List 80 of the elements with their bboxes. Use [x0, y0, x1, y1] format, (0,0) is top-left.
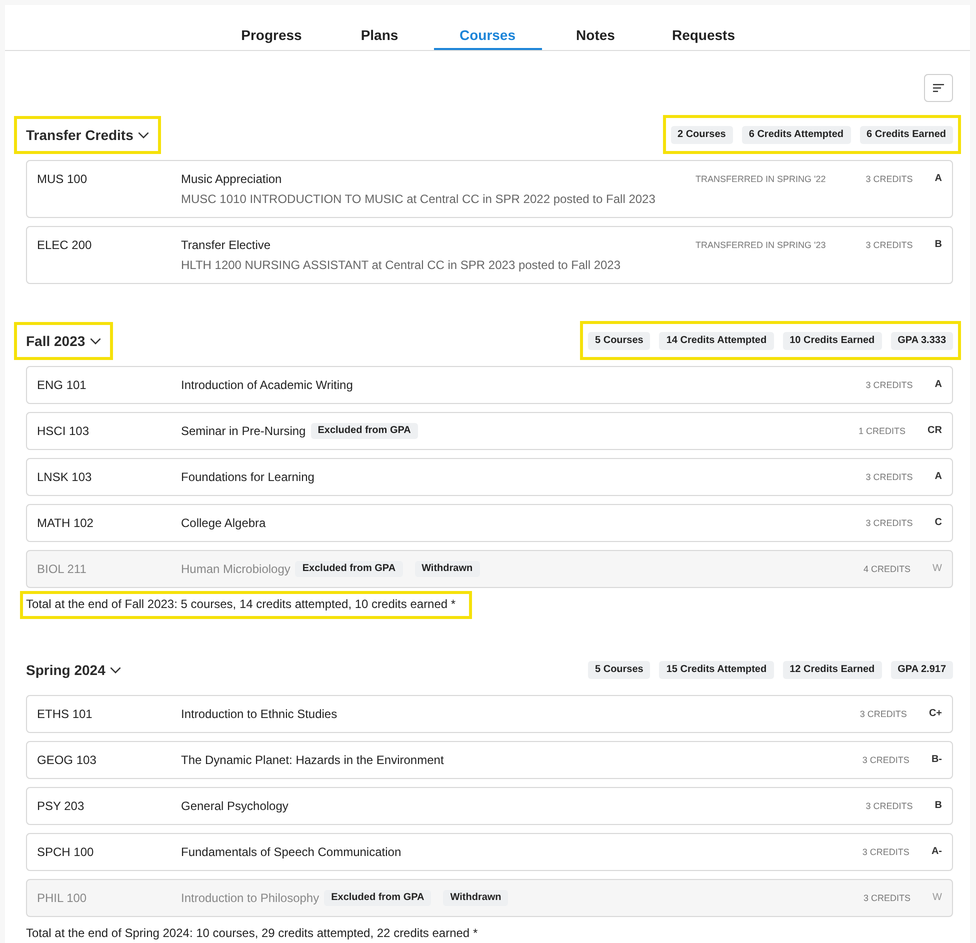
course-code: HSCI 103 — [37, 423, 90, 439]
term-total: Total at the end of Spring 2024: 10 courses, 29 credits attempted, 22 credits earned * — [26, 925, 478, 941]
course-title: The Dynamic Planet: Hazards in the Environment — [181, 752, 444, 768]
course-code: SPCH 100 — [37, 844, 95, 860]
stat-badge: 15 Credits Attempted — [659, 661, 774, 679]
course-title: College Algebra — [181, 515, 266, 531]
credits-label: 3 CREDITS — [864, 892, 911, 905]
course-code: ENG 101 — [37, 377, 88, 393]
credits-label: 3 CREDITS — [866, 173, 913, 186]
credits-label: 1 CREDITS — [858, 425, 906, 438]
section-toggle[interactable]: Fall 2023 — [26, 332, 102, 350]
grade-label: A — [934, 378, 942, 392]
grade-label: W — [932, 562, 942, 576]
tab[interactable]: Notes — [542, 5, 650, 50]
course-code: PHIL 100 — [37, 890, 88, 906]
stat-badge: 6 Credits Earned — [860, 126, 953, 144]
course-code: GEOG 103 — [37, 752, 98, 768]
course-code: ELEC 200 — [37, 237, 93, 253]
course-title: Music Appreciation — [181, 171, 282, 187]
course-code: MUS 100 — [37, 171, 88, 187]
stat-badge: GPA 2.917 — [890, 661, 953, 679]
section-toggle[interactable]: Transfer Credits — [26, 126, 150, 144]
grade-label: B — [934, 238, 942, 252]
course-title: Introduction of Academic Writing — [181, 377, 353, 393]
status-tag: Excluded from GPA — [310, 423, 418, 439]
transfer-note: TRANSFERRED IN SPRING '23 — [696, 239, 826, 252]
status-tag: Withdrawn — [443, 890, 508, 906]
course-code: BIOL 211 — [37, 561, 88, 577]
course-code: LNSK 103 — [37, 469, 93, 485]
transfer-detail: MUSC 1010 INTRODUCTION TO MUSIC at Central CC in SPR 2022 posted to Fall 2023 — [181, 191, 656, 207]
grade-label: B — [934, 799, 942, 813]
transfer-note: TRANSFERRED IN SPRING '22 — [696, 173, 826, 186]
sort-icon — [933, 84, 944, 92]
course-title: Human Microbiology — [181, 561, 290, 577]
course-title: Seminar in Pre-Nursing — [181, 423, 306, 439]
credits-label: 3 CREDITS — [866, 800, 913, 813]
course-title: Introduction to Philosophy — [181, 890, 320, 906]
course-title: General Psychology — [181, 798, 288, 814]
credits-label: 3 CREDITS — [866, 517, 913, 530]
credits-label: 3 CREDITS — [862, 754, 910, 767]
grade-label: C+ — [928, 707, 942, 721]
credits-label: 3 CREDITS — [862, 846, 910, 859]
course-title: Transfer Elective — [181, 237, 271, 253]
stat-badge: GPA 3.333 — [890, 332, 953, 350]
credits-label: 3 CREDITS — [860, 708, 907, 721]
grade-label: W — [932, 891, 942, 905]
sort-button[interactable] — [924, 74, 953, 102]
grade-label: CR — [928, 424, 942, 438]
status-tag: Excluded from GPA — [295, 561, 403, 577]
course-code: PSY 203 — [37, 798, 86, 814]
tab[interactable]: Plans — [326, 5, 434, 50]
course-title: Foundations for Learning — [181, 469, 314, 485]
course-title: Fundamentals of Speech Communication — [181, 844, 402, 860]
transfer-detail: HLTH 1200 NURSING ASSISTANT at Central CC in SPR 2023 posted to Fall 2023 — [181, 257, 622, 273]
stat-badge: 12 Credits Earned — [782, 661, 882, 679]
term-total: Total at the end of Fall 2023: 5 courses, 14 credits attempted, 10 credits earned * — [26, 596, 456, 612]
stat-badge: 5 Courses — [588, 661, 650, 679]
status-tag: Excluded from GPA — [324, 890, 432, 906]
credits-label: 3 CREDITS — [866, 471, 913, 484]
stat-badge: 6 Credits Attempted — [742, 126, 851, 144]
grade-label: A — [934, 172, 942, 186]
grade-label: A — [934, 470, 942, 484]
stat-badge: 10 Credits Earned — [782, 332, 882, 350]
grade-label: A- — [931, 845, 942, 859]
status-tag: Withdrawn — [414, 561, 480, 577]
course-code: ETHS 101 — [37, 706, 94, 722]
tab[interactable]: Progress — [218, 5, 326, 50]
course-code: MATH 102 — [37, 515, 94, 531]
grade-label: C — [934, 516, 942, 530]
stat-badge: 2 Courses — [670, 126, 733, 144]
credits-label: 4 CREDITS — [864, 563, 911, 576]
credits-label: 3 CREDITS — [866, 239, 913, 252]
tab[interactable]: Courses — [434, 5, 542, 50]
course-title: Introduction to Ethnic Studies — [181, 706, 338, 722]
section-toggle[interactable]: Spring 2024 — [26, 661, 122, 679]
credits-label: 3 CREDITS — [866, 379, 913, 392]
stat-badge: 5 Courses — [588, 332, 650, 350]
grade-label: B- — [931, 753, 942, 767]
stat-badge: 14 Credits Attempted — [659, 332, 774, 350]
tab[interactable]: Requests — [650, 5, 758, 50]
